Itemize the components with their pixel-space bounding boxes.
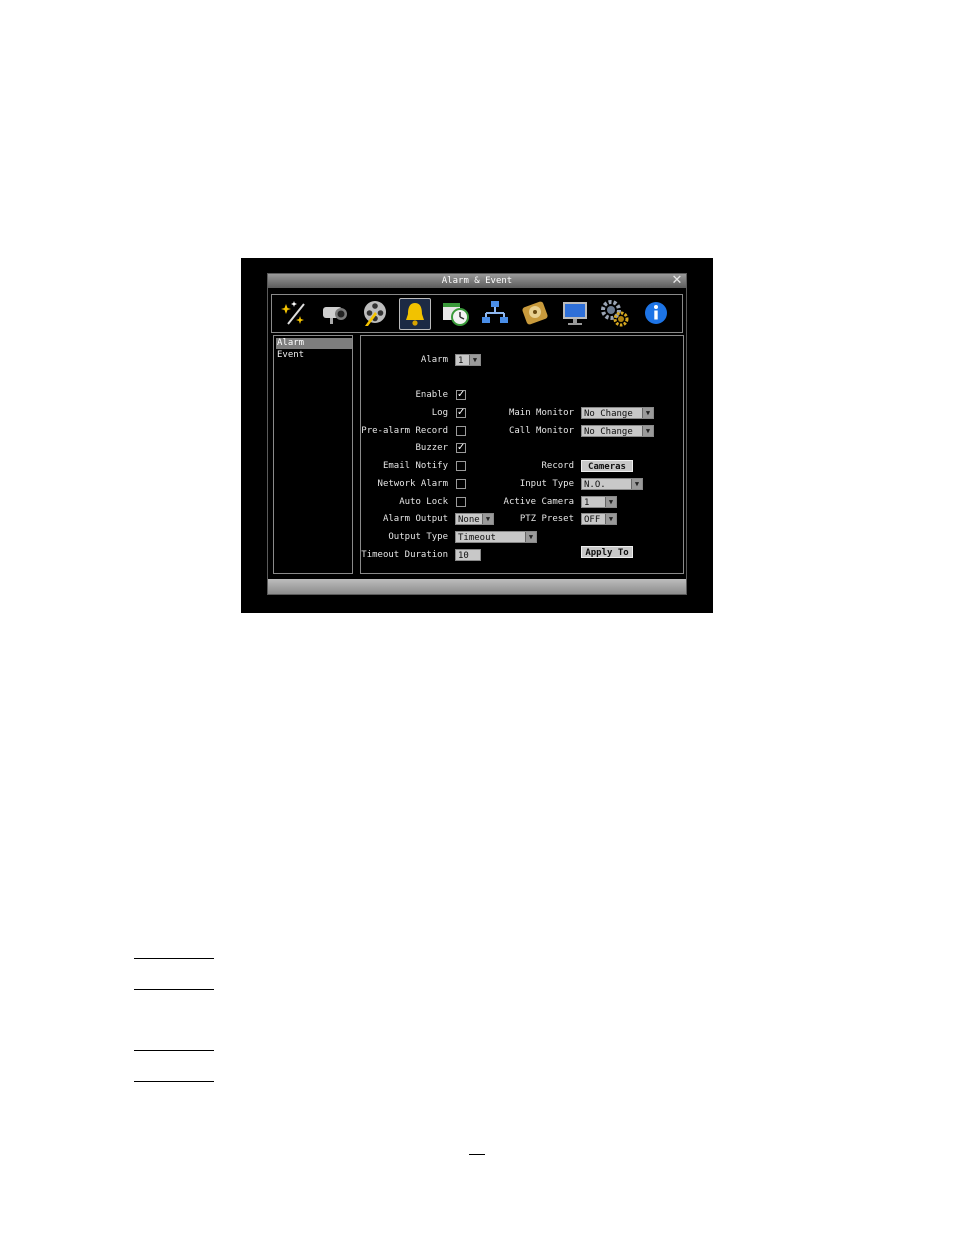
chevron-down-icon: ▼ (525, 532, 536, 542)
bell-icon[interactable] (399, 298, 431, 330)
auto-lock-checkbox[interactable] (456, 497, 466, 507)
main-monitor-value: No Change (584, 409, 633, 419)
enable-label: Enable (415, 390, 448, 400)
alarm-value: 1 (458, 356, 464, 366)
output-type-label: Output Type (388, 532, 448, 542)
timeout-duration-input[interactable]: 10 (455, 549, 481, 561)
log-checkbox[interactable]: ✓ (456, 408, 466, 418)
title-bar: Alarm & Event ✕ (268, 274, 686, 288)
status-bar (268, 579, 686, 594)
record-cameras-button[interactable]: Cameras (581, 460, 633, 472)
enable-checkbox[interactable]: ✓ (456, 390, 466, 400)
apply-to-button[interactable]: Apply To (581, 546, 633, 558)
ptz-preset-value: OFF (584, 515, 601, 525)
chevron-down-icon: ▼ (469, 355, 480, 365)
call-monitor-value: No Change (584, 427, 633, 437)
prealarm-checkbox[interactable] (456, 426, 466, 436)
sidebar-menu: Alarm Event (273, 335, 353, 574)
chevron-down-icon: ▼ (605, 514, 616, 524)
close-icon[interactable]: ✕ (670, 274, 684, 288)
ptz-preset-label: PTZ Preset (519, 514, 574, 524)
chevron-down-icon: ▼ (631, 479, 642, 489)
camera-icon[interactable] (320, 298, 350, 328)
email-notify-checkbox[interactable] (456, 461, 466, 471)
gears-icon[interactable] (600, 298, 630, 328)
active-camera-select[interactable]: 1 ▼ (581, 496, 617, 508)
chevron-down-icon: ▼ (642, 426, 653, 436)
alarm-output-label: Alarm Output (382, 514, 448, 524)
network-icon[interactable] (480, 298, 510, 328)
email-notify-label: Email Notify (382, 461, 448, 471)
info-icon[interactable] (641, 298, 671, 328)
alarm-select[interactable]: 1 ▼ (455, 354, 481, 366)
blank-line-1 (134, 958, 214, 959)
disk-icon[interactable] (520, 298, 550, 328)
main-monitor-label: Main Monitor (508, 408, 574, 418)
menu-icon-bar (271, 294, 683, 333)
blank-line-3 (134, 1050, 214, 1051)
window-title: Alarm & Event (441, 276, 513, 286)
ptz-preset-select[interactable]: OFF ▼ (581, 513, 617, 525)
chevron-down-icon: ▼ (642, 408, 653, 418)
wizard-icon[interactable] (280, 298, 310, 328)
chevron-down-icon: ▼ (605, 497, 616, 507)
active-camera-label: Active Camera (503, 497, 574, 507)
dvr-screen: Alarm & Event ✕ Alarm Event Alarm 1 ▼ En… (241, 258, 713, 613)
film-reel-icon[interactable] (360, 298, 390, 328)
log-label: Log (431, 408, 448, 418)
sidebar-item-alarm[interactable]: Alarm (276, 338, 352, 349)
alarm-settings-panel: Alarm 1 ▼ Enable ✓ Log ✓ Pre-alarm Recor… (360, 335, 684, 574)
call-monitor-select[interactable]: No Change ▼ (581, 425, 654, 437)
timeout-duration-label: Timeout Duration (361, 550, 448, 560)
page-number-line (469, 1154, 485, 1155)
input-type-select[interactable]: N.O. ▼ (581, 478, 643, 490)
buzzer-label: Buzzer (415, 443, 448, 453)
alarm-output-value: None (458, 515, 480, 525)
sidebar-item-event[interactable]: Event (276, 350, 352, 361)
buzzer-checkbox[interactable]: ✓ (456, 443, 466, 453)
blank-line-2 (134, 989, 214, 990)
prealarm-label: Pre-alarm Record (361, 426, 448, 436)
input-type-label: Input Type (519, 479, 574, 489)
auto-lock-label: Auto Lock (399, 497, 448, 507)
input-type-value: N.O. (584, 480, 606, 490)
record-label: Record (541, 461, 574, 471)
call-monitor-label: Call Monitor (508, 426, 574, 436)
schedule-icon[interactable] (440, 298, 470, 328)
blank-line-4 (134, 1081, 214, 1082)
output-type-select[interactable]: Timeout ▼ (455, 531, 537, 543)
active-camera-value: 1 (584, 498, 590, 508)
monitor-icon[interactable] (560, 298, 590, 328)
network-alarm-checkbox[interactable] (456, 479, 466, 489)
alarm-event-window: Alarm & Event ✕ Alarm Event Alarm 1 ▼ En… (267, 273, 687, 595)
alarm-label: Alarm (420, 355, 448, 365)
network-alarm-label: Network Alarm (377, 479, 448, 489)
output-type-value: Timeout (458, 533, 496, 543)
main-monitor-select[interactable]: No Change ▼ (581, 407, 654, 419)
